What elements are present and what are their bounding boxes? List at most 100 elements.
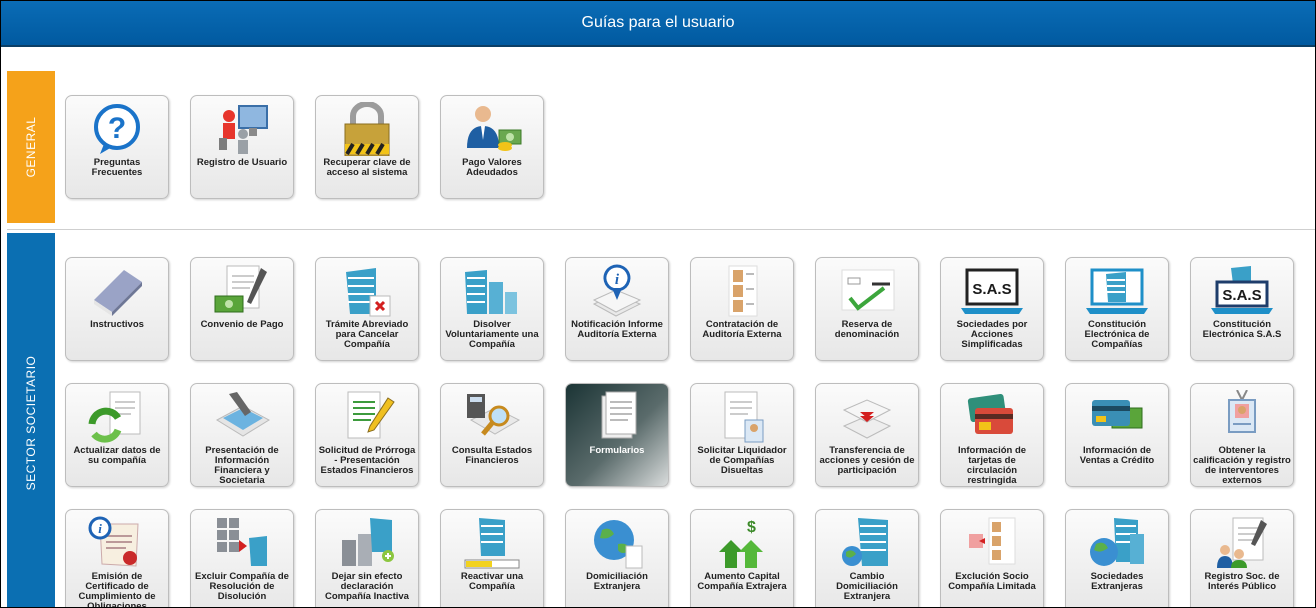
tile-label: Solicitud de Prórroga - Presentación Est… <box>318 445 416 476</box>
money-arrows-up-icon: $ <box>711 516 773 570</box>
id-badge-icon <box>1211 390 1273 444</box>
building-globe-icon <box>836 516 898 570</box>
tile-registro-interes-publico[interactable]: Registro Soc. de Interés Público <box>1190 509 1294 607</box>
tile-label: Reserva de denominación <box>834 319 900 340</box>
tile-label: Formularios <box>589 445 645 456</box>
tile-constitucion-electronica-companias[interactable]: Constitución Electrónica de Compañías <box>1065 257 1169 361</box>
transfer-papers-icon <box>836 390 898 444</box>
tile-exclucion-socio[interactable]: Exclución Socio Compañía Limitada <box>940 509 1044 607</box>
remove-partner-icon <box>961 516 1023 570</box>
page-title: Guías para el usuario <box>1 1 1315 47</box>
refresh-document-icon <box>86 390 148 444</box>
document-money-icon <box>211 264 273 318</box>
users-computer-icon <box>211 102 273 156</box>
padlock-icon <box>336 102 398 156</box>
check-card-icon <box>836 264 898 318</box>
building-progress-icon <box>461 516 523 570</box>
tile-instructivos[interactable]: Instructivos <box>65 257 169 361</box>
tile-label: Recuperar clave de acceso al sistema <box>323 157 411 178</box>
buildings-icon <box>461 264 523 318</box>
credit-card-money-icon <box>1086 390 1148 444</box>
tile-formularios[interactable]: Formularios <box>565 383 669 487</box>
tile-label: Solicitar Liquidador de Compañías Disuel… <box>697 445 787 476</box>
sas-laptop-building-icon: S.A.S <box>1211 264 1273 318</box>
tile-label: Obtener la calificación y registro de in… <box>1193 445 1291 486</box>
tile-reactivar-compania[interactable]: Reactivar una Compañía <box>440 509 544 607</box>
document-people-icon <box>1211 516 1273 570</box>
section-tab-sector-societario: SECTOR SOCIETARIO <box>7 233 55 607</box>
tile-domiciliacion-extranjera[interactable]: Domiciliación Extranjera <box>565 509 669 607</box>
tile-label: Domiciliación Extranjera <box>586 571 648 592</box>
tile-ventas-a-credito[interactable]: Información de Ventas a Crédito <box>1065 383 1169 487</box>
tile-label: Excluir Compañía de Resolución de Disolu… <box>195 571 289 602</box>
tile-recuperar-clave[interactable]: Recuperar clave de acceso al sistema <box>315 95 419 199</box>
tile-label: Transferencia de acciones y cesión de pa… <box>819 445 915 476</box>
tile-label: Emisión de Certificado de Cumplimiento d… <box>78 571 156 608</box>
section-divider <box>7 229 1315 230</box>
tile-actualizar-datos[interactable]: Actualizar datos de su compañía <box>65 383 169 487</box>
tile-constitucion-electronica-sas[interactable]: S.A.S Constitución Electrónica S.A.S <box>1190 257 1294 361</box>
sas-laptop-icon: S.A.S <box>961 264 1023 318</box>
tile-disolver-compania[interactable]: Disolver Voluntariamente una Compañía <box>440 257 544 361</box>
tile-contratacion-auditoria[interactable]: Contratación de Auditoría Externa <box>690 257 794 361</box>
tile-sociedades-extranjeras[interactable]: Sociedades Extranjeras <box>1065 509 1169 607</box>
svg-text:?: ? <box>108 112 126 145</box>
tile-label: Constitución Electrónica de Compañías <box>1084 319 1150 350</box>
credit-cards-icon <box>961 390 1023 444</box>
buildings-add-icon <box>336 516 398 570</box>
calculator-search-icon <box>461 390 523 444</box>
tile-consulta-estados-financieros[interactable]: Consulta Estados Financieros <box>440 383 544 487</box>
document-pen-icon <box>336 390 398 444</box>
info-papers-icon: i <box>586 264 648 318</box>
tile-label: Actualizar datos de su compañía <box>73 445 161 466</box>
tile-label: Presentación de Información Financiera y… <box>205 445 279 486</box>
tile-label: Registro Soc. de Interés Público <box>1204 571 1280 592</box>
tile-label: Instructivos <box>90 319 144 330</box>
tile-convenio-de-pago[interactable]: Convenio de Pago <box>190 257 294 361</box>
question-mark-icon: ? <box>86 102 148 156</box>
tile-sociedades-acciones-simplificadas[interactable]: S.A.S Sociedades por Acciones Simplifica… <box>940 257 1044 361</box>
tile-registro-de-usuario[interactable]: Registro de Usuario <box>190 95 294 199</box>
svg-text:i: i <box>98 521 102 536</box>
tile-label: Notificación Informe Auditoría Externa <box>571 319 663 340</box>
tile-cambio-domiciliacion[interactable]: Cambio Domiciliación Extranjera <box>815 509 919 607</box>
certificate-icon: i <box>86 516 148 570</box>
tile-emision-certificado[interactable]: i Emisión de Certificado de Cumplimiento… <box>65 509 169 608</box>
tile-solicitud-prorroga[interactable]: Solicitud de Prórroga - Presentación Est… <box>315 383 419 487</box>
tile-preguntas-frecuentes[interactable]: ? Preguntas Frecuentes <box>65 95 169 199</box>
globe-document-icon <box>586 516 648 570</box>
tile-pago-valores-adeudados[interactable]: Pago Valores Adeudados <box>440 95 544 199</box>
tile-excluir-compania[interactable]: Excluir Compañía de Resolución de Disolu… <box>190 509 294 607</box>
tile-solicitar-liquidador[interactable]: Solicitar Liquidador de Compañías Disuel… <box>690 383 794 487</box>
tile-label: Sociedades por Acciones Simplificadas <box>956 319 1028 350</box>
svg-text:$: $ <box>747 519 756 536</box>
tile-tramite-abreviado[interactable]: Trámite Abreviado para Cancelar Compañía <box>315 257 419 361</box>
laptop-building-icon <box>1086 264 1148 318</box>
tile-interventores-externos[interactable]: Obtener la calificación y registro de in… <box>1190 383 1294 487</box>
tile-presentacion-informacion[interactable]: Presentación de Información Financiera y… <box>190 383 294 487</box>
tile-notificacion-informe[interactable]: i Notificación Informe Auditoría Externa <box>565 257 669 361</box>
tile-reserva-denominacion[interactable]: Reserva de denominación <box>815 257 919 361</box>
svg-text:S.A.S: S.A.S <box>972 281 1011 298</box>
buildings-arrow-icon <box>211 516 273 570</box>
svg-text:S.A.S: S.A.S <box>1222 287 1261 304</box>
tile-transferencia-acciones[interactable]: Transferencia de acciones y cesión de pa… <box>815 383 919 487</box>
tile-aumento-capital[interactable]: $ Aumento Capital Compañía Extrajera <box>690 509 794 607</box>
tile-label: Reactivar una Compañía <box>460 571 524 592</box>
building-cancel-icon <box>336 264 398 318</box>
tile-label: Dejar sin efecto declaración Compañía In… <box>325 571 409 602</box>
id-cards-icon <box>711 264 773 318</box>
globe-buildings-icon <box>1086 516 1148 570</box>
tile-label: Contratación de Auditoría Externa <box>702 319 782 340</box>
section-tab-general: GENERAL <box>7 71 55 223</box>
tile-tarjetas-circulacion[interactable]: Información de tarjetas de circulación r… <box>940 383 1044 487</box>
tile-label: Constitución Electrónica S.A.S <box>1202 319 1282 340</box>
tile-label: Sociedades Extranjeras <box>1090 571 1144 592</box>
tile-label: Aumento Capital Compañía Extrajera <box>697 571 787 592</box>
guides-panel: Guías para el usuario GENERAL SECTOR SOC… <box>0 0 1316 608</box>
tile-label: Registro de Usuario <box>196 157 288 168</box>
tile-dejar-sin-efecto[interactable]: Dejar sin efecto declaración Compañía In… <box>315 509 419 607</box>
forms-icon <box>586 390 648 444</box>
document-badge-icon <box>711 390 773 444</box>
tile-label: Trámite Abreviado para Cancelar Compañía <box>325 319 409 350</box>
